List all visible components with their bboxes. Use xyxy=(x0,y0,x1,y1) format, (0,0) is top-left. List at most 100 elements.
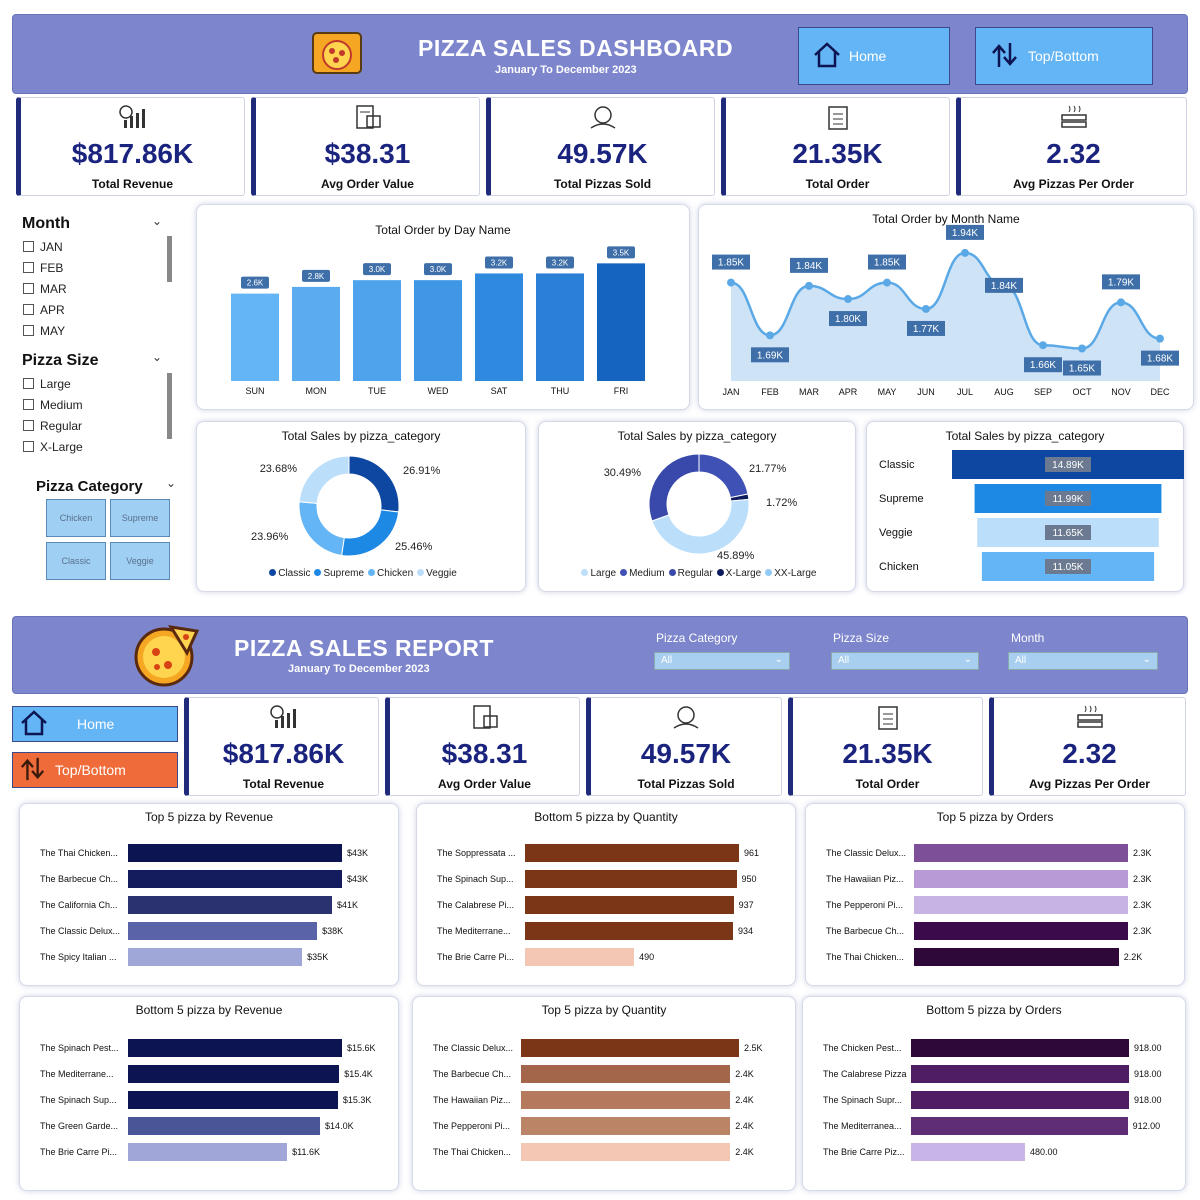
scrollbar[interactable] xyxy=(167,236,172,282)
scrollbar[interactable] xyxy=(167,373,172,439)
slicer-item-mar[interactable]: MAR xyxy=(23,280,189,297)
bar xyxy=(128,922,318,940)
filter-category-dropdown[interactable]: All ⌄ xyxy=(654,652,790,670)
chart-title: Bottom 5 pizza by Quantity xyxy=(534,810,678,824)
checkbox[interactable] xyxy=(23,325,34,336)
kpi-total-order: 21.35K Total Order xyxy=(721,97,950,196)
category-tile-veggie[interactable]: Veggie xyxy=(110,542,170,580)
data-label: 14.89K xyxy=(1052,460,1084,471)
chevron-down-icon[interactable]: ⌄ xyxy=(166,476,176,490)
hand-money-icon xyxy=(588,104,618,135)
bar xyxy=(521,1065,731,1083)
checkbox[interactable] xyxy=(23,283,34,294)
report-top-bottom-button[interactable]: Top/Bottom xyxy=(12,752,178,788)
top5-orders-card: Top 5 pizza by Orders The Classic Delux..… xyxy=(805,803,1185,986)
filter-size-dropdown[interactable]: All ⌄ xyxy=(831,652,979,670)
slice-label: 45.89% xyxy=(717,550,755,562)
checkbox[interactable] xyxy=(23,399,34,410)
kpi-total-revenue: $817.86K Total Revenue xyxy=(16,97,245,196)
category-label: Supreme xyxy=(879,493,924,505)
data-label: 1.65K xyxy=(1069,364,1095,375)
kpi-value: $817.86K xyxy=(71,138,194,169)
dropdown-value: All xyxy=(838,655,850,666)
category-tile-classic[interactable]: Classic xyxy=(46,542,106,580)
data-label: 1.84K xyxy=(991,281,1017,292)
donut-slice xyxy=(648,453,700,522)
category-label: The Spinach Sup... xyxy=(40,1095,117,1105)
donut-slice xyxy=(298,455,350,504)
bar xyxy=(914,922,1128,940)
chevron-down-icon[interactable]: ⌄ xyxy=(152,214,162,228)
top-bottom-button-label: Top/Bottom xyxy=(1028,48,1099,64)
home-button[interactable]: Home xyxy=(798,27,950,85)
report-title: PIZZA SALES REPORT xyxy=(234,635,494,661)
data-label: 3.0K xyxy=(430,265,447,274)
home-button-label: Home xyxy=(849,48,887,64)
legend-item: Veggie xyxy=(413,568,457,579)
data-label: 937 xyxy=(738,900,754,910)
data-label: 3.2K xyxy=(491,258,508,267)
x-tick-label: APR xyxy=(839,387,858,397)
category-label: The Green Garde... xyxy=(40,1121,119,1131)
dashboard-header: PIZZA SALES DASHBOARD January To Decembe… xyxy=(12,14,1188,94)
kpi-avg-order-value: $38.31 Avg Order Value xyxy=(251,97,480,196)
chart-title: Top 5 pizza by Revenue xyxy=(144,810,274,824)
checkbox[interactable] xyxy=(23,420,34,431)
data-label: 2.4K xyxy=(735,1095,754,1105)
kpi-value: 21.35K xyxy=(842,738,933,769)
sales-by-category-donut-card: Total Sales by pizza_category 26.91% 25.4… xyxy=(196,421,526,592)
chart-title: Bottom 5 pizza by Revenue xyxy=(135,1003,283,1017)
chevron-down-icon[interactable]: ⌄ xyxy=(152,350,162,364)
data-point xyxy=(844,295,852,304)
data-label: 480.00 xyxy=(1029,1147,1058,1157)
checkbox[interactable] xyxy=(23,262,34,273)
slicer-item-feb[interactable]: FEB xyxy=(23,259,189,276)
data-label: 961 xyxy=(744,848,760,858)
category-slicer-title: Pizza Category xyxy=(36,478,143,495)
data-label: 2.6K xyxy=(247,279,264,288)
report-home-button[interactable]: Home xyxy=(12,706,178,742)
data-label: 934 xyxy=(737,926,754,936)
data-label: 2.2K xyxy=(1123,952,1143,962)
data-label: 11.05K xyxy=(1053,562,1084,573)
x-tick-label: DEC xyxy=(1150,387,1170,397)
bar xyxy=(914,870,1128,888)
data-label: $15.4K xyxy=(344,1069,373,1079)
data-label: 2.4K xyxy=(735,1069,754,1079)
slicer-item-x-large[interactable]: X-Large xyxy=(23,438,189,455)
data-label: 1.68K xyxy=(1147,354,1173,365)
checkbox[interactable] xyxy=(23,304,34,315)
slicer-item-apr[interactable]: APR xyxy=(23,301,189,318)
checkbox[interactable] xyxy=(23,241,34,252)
data-label: 1.79K xyxy=(1108,277,1134,288)
category-label: Classic xyxy=(879,459,915,471)
data-label: 1.94K xyxy=(952,228,978,239)
bar xyxy=(475,273,523,381)
x-tick-label: FRI xyxy=(614,386,629,396)
kpi-value: 49.57K xyxy=(557,138,648,169)
checkbox[interactable] xyxy=(23,378,34,389)
x-tick-label: THU xyxy=(551,386,570,396)
data-label: 2.3K xyxy=(1133,848,1152,858)
bar xyxy=(128,1065,340,1083)
checkbox[interactable] xyxy=(23,441,34,452)
category-tile-chicken[interactable]: Chicken xyxy=(46,499,106,537)
slicer-item-label: Medium xyxy=(40,397,83,412)
bar xyxy=(231,293,279,381)
kpi-value: 49.57K xyxy=(640,738,732,769)
category-tile-supreme[interactable]: Supreme xyxy=(110,499,170,537)
top-bottom-button[interactable]: Top/Bottom xyxy=(975,27,1153,85)
data-label: 950 xyxy=(741,874,757,884)
slicer-item-jan[interactable]: JAN xyxy=(23,238,189,255)
bottom5-quantity-card: Bottom 5 pizza by Quantity The Soppressat… xyxy=(416,803,796,986)
bottom5-revenue-card: Bottom 5 pizza by Revenue The Spinach Pes… xyxy=(19,996,399,1191)
slicer-item-large[interactable]: Large xyxy=(23,375,189,392)
slicer-item-regular[interactable]: Regular xyxy=(23,417,189,434)
data-point xyxy=(961,248,969,257)
filter-month-dropdown[interactable]: All ⌄ xyxy=(1008,652,1158,670)
slicer-item-may[interactable]: MAY xyxy=(23,322,189,339)
bar xyxy=(914,896,1128,914)
bar xyxy=(128,1039,342,1057)
data-point xyxy=(805,281,813,290)
slicer-item-medium[interactable]: Medium xyxy=(23,396,189,413)
